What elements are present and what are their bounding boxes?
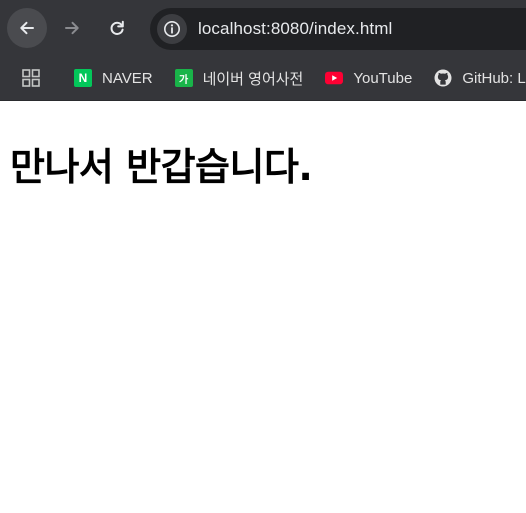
bookmark-naver[interactable]: N NAVER bbox=[74, 69, 153, 87]
back-arrow-icon bbox=[20, 21, 34, 35]
url-text[interactable]: localhost:8080/index.html bbox=[198, 19, 392, 39]
naver-icon: N bbox=[74, 69, 92, 87]
bookmark-youtube[interactable]: YouTube bbox=[325, 69, 412, 87]
reload-button[interactable] bbox=[97, 8, 137, 48]
apps-grid-icon bbox=[22, 69, 40, 87]
bookmark-naver-dictionary[interactable]: 가 네이버 영어사전 bbox=[174, 68, 304, 89]
reload-icon bbox=[110, 20, 124, 35]
site-info-button[interactable] bbox=[157, 14, 187, 44]
bookmark-label: 네이버 영어사전 bbox=[202, 70, 304, 88]
page-heading: 만나서 반갑습니다. bbox=[10, 145, 313, 189]
bookmark-github[interactable]: GitHub: L bbox=[434, 69, 526, 87]
browser-chrome: localhost:8080/index.html N NAVER 가 네이버 … bbox=[0, 0, 526, 101]
bookmark-label: YouTube bbox=[353, 69, 413, 87]
info-icon bbox=[164, 21, 180, 37]
page-content: 만나서 반갑습니다. bbox=[0, 101, 526, 513]
address-bar[interactable]: localhost:8080/index.html bbox=[150, 8, 526, 50]
apps-button[interactable] bbox=[22, 68, 40, 88]
bookmark-label: GitHub: L bbox=[462, 69, 526, 87]
youtube-icon bbox=[325, 69, 344, 87]
forward-arrow-icon bbox=[65, 21, 79, 35]
naver-dictionary-icon: 가 bbox=[174, 69, 193, 87]
bookmark-label: NAVER bbox=[102, 69, 153, 87]
github-icon bbox=[434, 69, 452, 87]
bookmarks-bar: N NAVER 가 네이버 영어사전 YouTube GitHub: L bbox=[0, 56, 526, 100]
browser-toolbar: localhost:8080/index.html bbox=[0, 0, 526, 56]
forward-button[interactable] bbox=[52, 8, 92, 48]
back-button[interactable] bbox=[7, 8, 47, 48]
